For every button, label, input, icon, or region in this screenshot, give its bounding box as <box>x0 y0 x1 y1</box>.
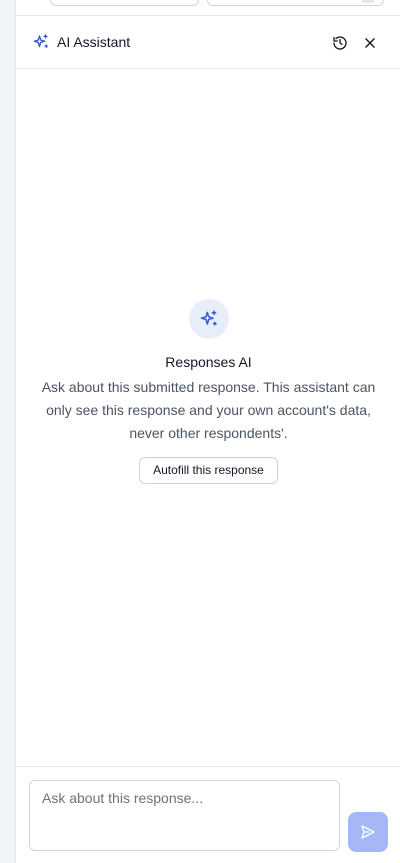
empty-state-title: Responses AI <box>165 354 252 370</box>
panel-header: AI Assistant <box>17 17 400 69</box>
send-button[interactable] <box>348 812 388 852</box>
empty-state-description: Ask about this submitted response. This … <box>41 379 376 441</box>
close-icon <box>365 38 375 48</box>
top-toolbar-edge <box>16 0 400 16</box>
panel-title: AI Assistant <box>57 34 131 50</box>
sparkle-icon <box>33 34 49 48</box>
autofill-response-button[interactable]: Autofill this response <box>139 457 278 484</box>
sparkle-icon <box>200 310 217 326</box>
toolbar-dropdown-partial[interactable] <box>207 0 384 6</box>
composer <box>17 766 400 863</box>
toolbar-badge <box>361 0 375 3</box>
toolbar-button-partial[interactable] <box>50 0 199 6</box>
history-button[interactable] <box>328 31 352 55</box>
left-sidebar-edge <box>0 0 16 863</box>
empty-state-icon-bubble <box>188 299 229 339</box>
empty-state: Responses AI Ask about this submitted re… <box>17 299 400 484</box>
close-button[interactable] <box>358 31 382 55</box>
ai-assistant-panel: AI Assistant Responses AI Ask about this… <box>17 17 400 863</box>
send-icon <box>361 825 375 839</box>
history-icon <box>333 36 347 50</box>
message-input[interactable] <box>29 780 340 851</box>
